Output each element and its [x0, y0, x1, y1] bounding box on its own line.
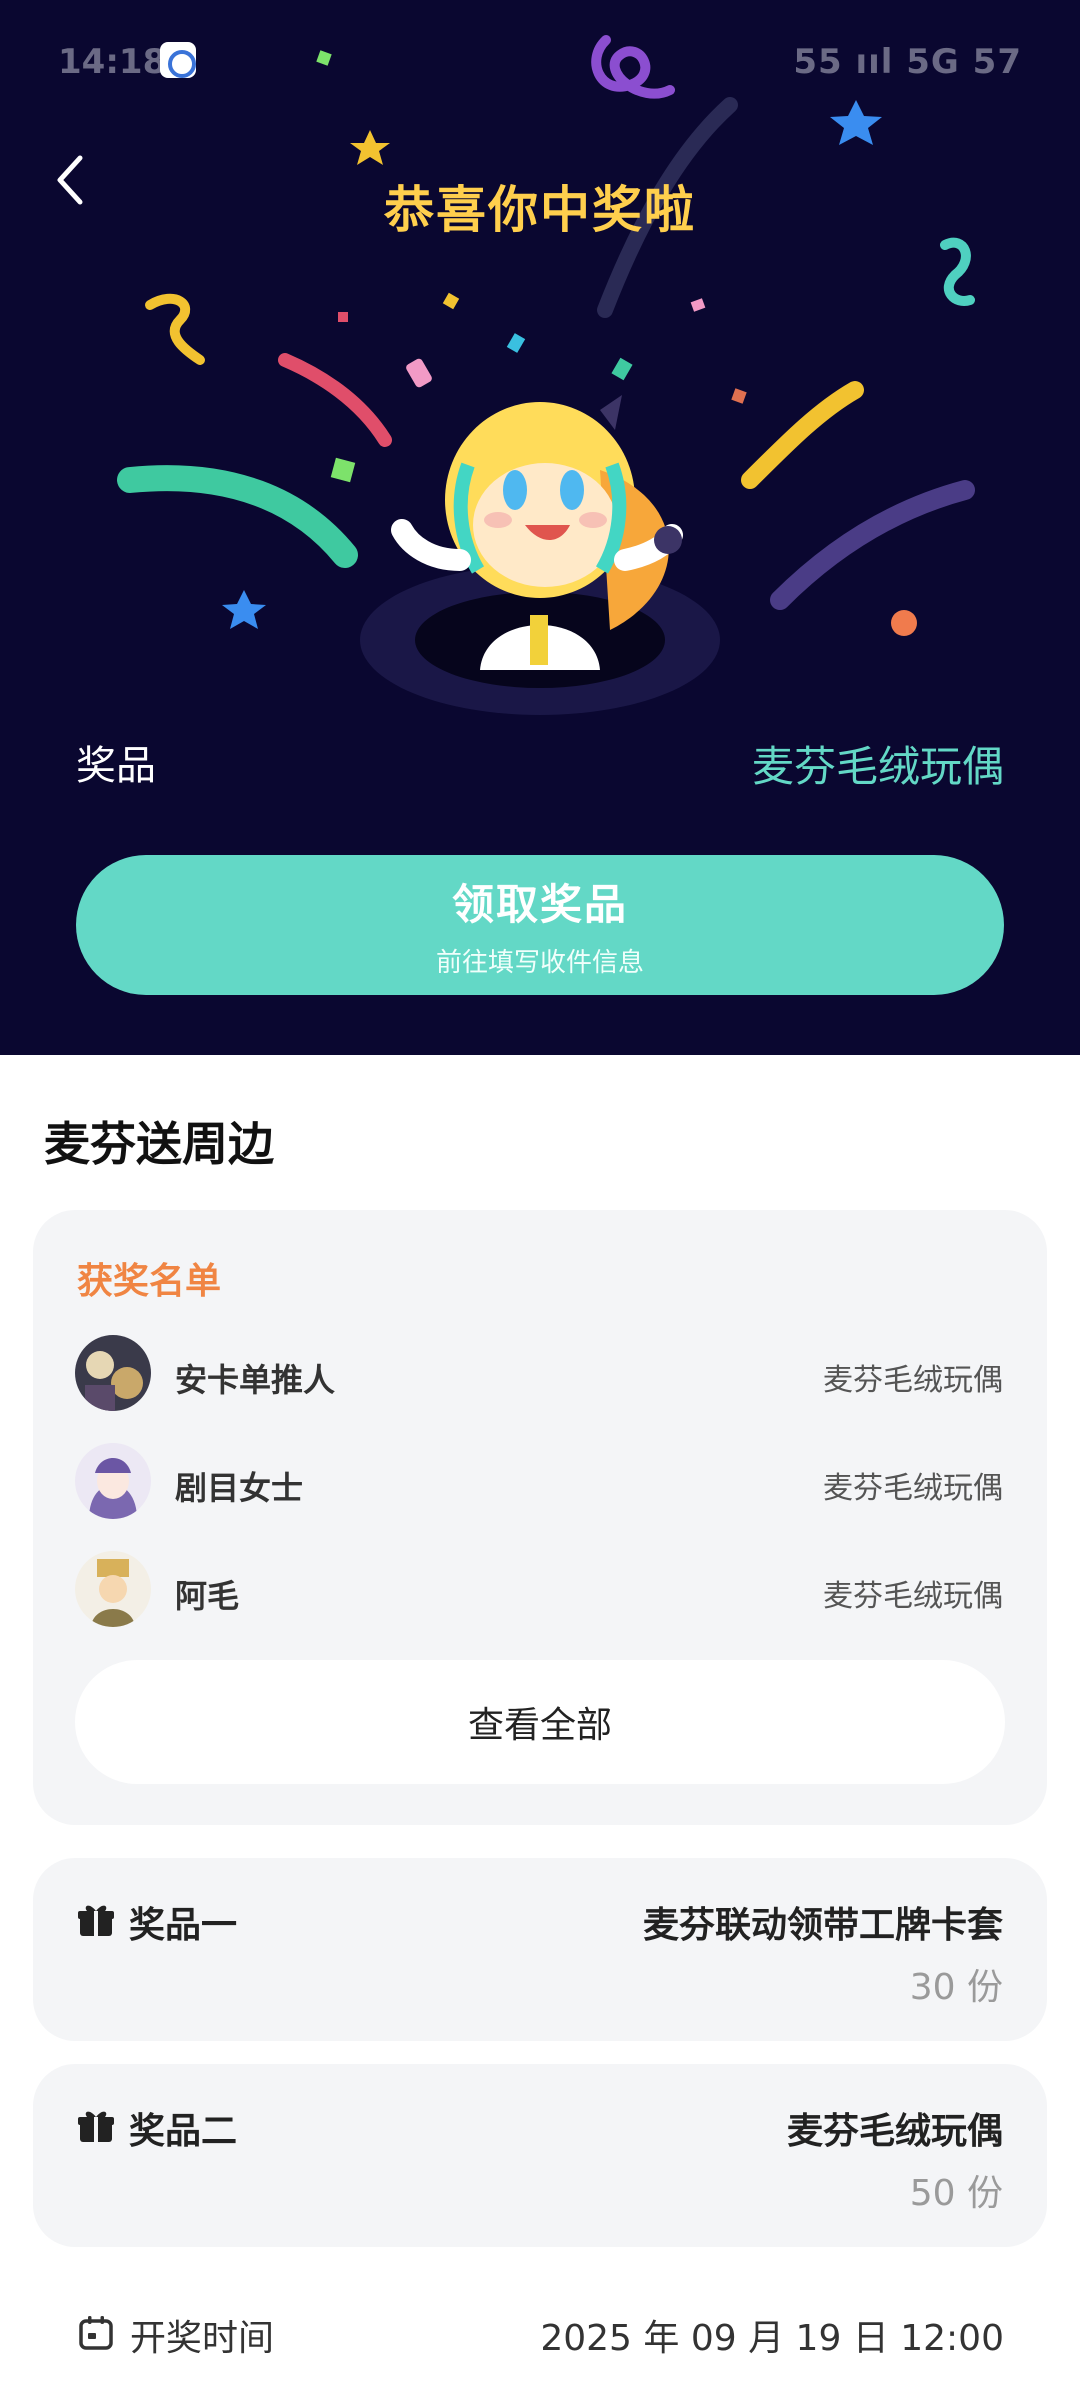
notification-icon — [160, 42, 196, 78]
avatar — [75, 1335, 151, 1411]
page-title: 恭喜你中奖啦 — [384, 181, 696, 239]
prize-label: 奖品 — [76, 743, 156, 789]
prize-summary: 奖品 麦芬毛绒玩偶 — [76, 733, 1004, 793]
winner-row[interactable]: 安卡单推人 麦芬毛绒玩偶 — [75, 1335, 1003, 1415]
prize-card-label: 奖品二 — [129, 2111, 238, 2152]
draw-time-label: 开奖时间 — [130, 2318, 275, 2359]
draw-time-row: 开奖时间 2025 年 09 月 19 日 12:00 — [78, 2305, 1004, 2365]
claim-prize-sublabel: 前往填写收件信息 — [435, 948, 644, 978]
winner-prize: 麦芬毛绒玩偶 — [823, 1471, 1003, 1506]
winner-row[interactable]: 剧目女士 麦芬毛绒玩偶 — [75, 1443, 1003, 1523]
winner-prize: 麦芬毛绒玩偶 — [823, 1579, 1003, 1614]
prize-value: 麦芬毛绒玩偶 — [751, 742, 1004, 791]
section-title: 麦芬送周边 — [44, 1117, 274, 1171]
prize-card: 奖品二 麦芬毛绒玩偶 50 份 — [33, 2064, 1047, 2247]
draw-time-value: 2025 年 09 月 19 日 12:00 — [540, 2318, 1004, 2359]
winner-name: 剧目女士 — [175, 1469, 304, 1507]
prize-card-qty: 30 份 — [909, 1967, 1003, 2008]
calendar-icon — [79, 2316, 113, 2350]
status-bar: 14:18 55 ııl 5G 57 — [0, 0, 1080, 120]
prize-card-label: 奖品一 — [129, 1905, 238, 1946]
winner-name: 阿毛 — [175, 1577, 240, 1615]
prize-card-name: 麦芬联动领带工牌卡套 — [642, 1905, 1003, 1946]
status-time: 14:18 — [58, 42, 167, 82]
view-all-button[interactable]: 查看全部 — [75, 1660, 1005, 1784]
avatar — [75, 1443, 151, 1519]
prize-card: 奖品一 麦芬联动领带工牌卡套 30 份 — [33, 1858, 1047, 2041]
prize-card-name: 麦芬毛绒玩偶 — [786, 2111, 1003, 2152]
winners-title: 获奖名单 — [77, 1261, 222, 1302]
prize-card-qty: 50 份 — [909, 2173, 1003, 2214]
claim-prize-button[interactable]: 领取奖品 前往填写收件信息 — [76, 855, 1004, 995]
hero-section: 14:18 55 ııl 5G 57 恭喜你中奖啦 奖品 麦芬毛绒玩偶 领取奖品… — [0, 0, 1080, 1055]
gift-icon — [78, 1905, 114, 1936]
winner-prize: 麦芬毛绒玩偶 — [823, 1363, 1003, 1398]
claim-prize-label: 领取奖品 — [451, 880, 628, 929]
status-indicators: 55 ııl 5G 57 — [793, 42, 1022, 82]
winners-card: 获奖名单 安卡单推人 麦芬毛绒玩偶 剧目女士 麦芬毛绒玩偶 阿毛 麦芬毛绒玩偶 … — [33, 1210, 1047, 1825]
winner-row[interactable]: 阿毛 麦芬毛绒玩偶 — [75, 1551, 1003, 1631]
winner-name: 安卡单推人 — [175, 1361, 336, 1399]
avatar — [75, 1551, 151, 1627]
gift-icon — [78, 2111, 114, 2142]
